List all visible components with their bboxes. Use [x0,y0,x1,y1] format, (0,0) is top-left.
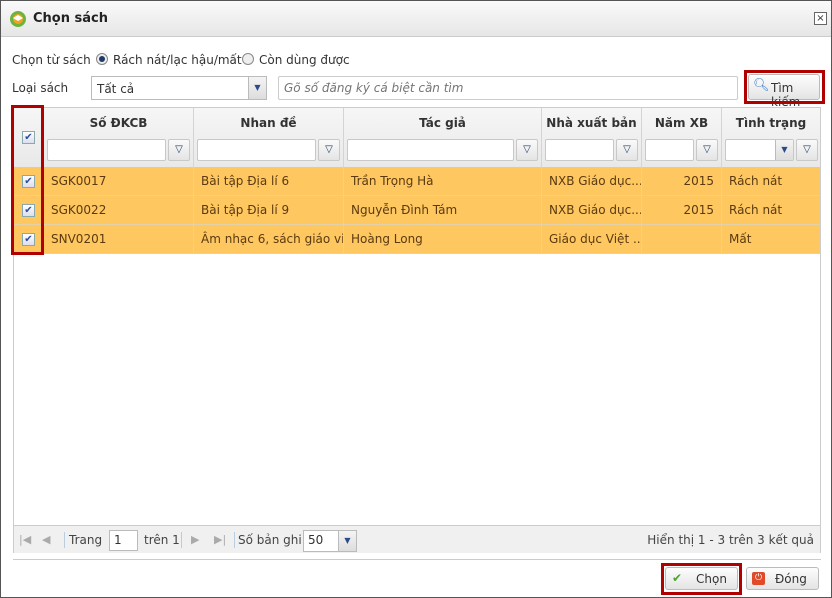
cell-publisher: NXB Giáo dục... [542,196,642,225]
cell-title: Bài tập Địa lí 9 [194,196,344,225]
radio-usable[interactable] [242,53,254,65]
filter-year-input[interactable] [645,139,694,161]
page-size-value: 50 [308,533,324,547]
column-title: Năm XB [654,116,709,130]
cell-author: Trần Trọng Hà [344,167,542,196]
type-label: Loại sách [12,81,69,95]
cell-author: Nguyễn Đình Tám [344,196,542,225]
pager-separator [181,532,182,548]
cell-status: Rách nát [729,203,783,217]
filter-icon[interactable]: ▽ [616,139,638,161]
next-page-icon[interactable]: ▶ [191,533,199,546]
first-page-icon[interactable]: |◀ [19,533,31,546]
cell-code: SGK0017 [44,167,194,196]
highlight-search [744,70,825,104]
pager: |◀ ◀ Trang 1 trên 1 ▶ ▶| Số bản ghi 50 ▼… [14,525,820,553]
header-code: Số ĐKCB ▽ [44,108,194,170]
close-button-label: Đóng [775,572,807,586]
results-summary: Hiển thị 1 - 3 trên 3 kết quả [647,533,814,547]
filter-status-select[interactable]: ▼ [725,139,794,161]
header-status: Tình trạng ▼ ▽ [722,108,820,170]
column-title: Tình trạng [735,116,807,130]
grid-header: ✔ Số ĐKCB ▽ Nhan đề ▽ Tác giả ▽ Nhà xuất… [14,108,820,170]
cell-year [642,225,722,254]
header-publisher: Nhà xuất bản ▽ [542,108,642,170]
chevron-down-icon[interactable]: ▼ [248,77,266,99]
cell-publisher: NXB Giáo dục... [542,167,642,196]
column-title: Nhan đề [240,116,297,130]
pager-separator [234,532,235,548]
table-row[interactable]: ✔ SGK0022 Bài tập Địa lí 9 Nguyễn Đình T… [14,196,820,225]
page-label: Trang [69,533,103,547]
pager-separator [64,532,65,548]
chevron-down-icon[interactable]: ▼ [775,140,793,160]
column-title: Tác giả [419,116,466,130]
chevron-down-icon[interactable]: ▼ [338,531,356,551]
filter-author-input[interactable] [347,139,514,161]
cell-publisher: Giáo dục Việt ... [542,225,642,254]
highlight-choose [661,563,742,595]
prev-page-icon[interactable]: ◀ [42,533,50,546]
filter-icon[interactable]: ▽ [318,139,340,161]
page-count: trên 1 [144,533,180,547]
power-icon: ⏻ [752,572,765,585]
source-label: Chọn từ sách [12,53,91,67]
app-logo-icon [10,11,26,27]
cell-title: Bài tập Địa lí 6 [194,167,344,196]
choose-book-dialog: Chọn sách × Chọn từ sách Rách nát/lạc hậ… [0,0,832,598]
cell-year: 2015 [642,167,722,196]
column-title: Số ĐKCB [89,116,148,130]
cell-status: Rách nát [729,174,783,188]
cell-code: SGK0022 [44,196,194,225]
book-type-value: Tất cả [97,82,135,96]
cell-year: 2015 [642,196,722,225]
filter-publisher-input[interactable] [545,139,614,161]
title-bar: Chọn sách × [1,1,831,37]
header-year: Năm XB ▽ [642,108,722,170]
radio-damaged-label: Rách nát/lạc hậu/mất [113,53,242,67]
last-page-icon[interactable]: ▶| [214,533,226,546]
filter-title-input[interactable] [197,139,316,161]
highlight-checkboxes [11,105,44,255]
close-icon[interactable]: × [814,12,827,25]
column-title: Nhà xuất bản [546,116,637,130]
filter-code-input[interactable] [47,139,166,161]
header-author: Tác giả ▽ [344,108,542,170]
filter-icon[interactable]: ▽ [168,139,190,161]
book-type-select[interactable]: Tất cả ▼ [91,76,267,100]
dialog-title: Chọn sách [33,11,108,26]
filter-icon[interactable]: ▽ [696,139,718,161]
cell-code: SNV0201 [44,225,194,254]
close-button[interactable]: ⏻ Đóng [746,567,819,590]
footer-divider [13,559,821,560]
filter-icon[interactable]: ▽ [516,139,538,161]
page-size-label: Số bản ghi [238,533,302,547]
cell-status: Mất [729,232,752,246]
filter-icon[interactable]: ▽ [796,139,818,161]
search-input[interactable] [278,76,738,100]
radio-usable-label: Còn dùng được [259,53,350,67]
cell-title: Âm nhạc 6, sách giáo vi... [194,225,344,254]
header-title: Nhan đề ▽ [194,108,344,170]
table-row[interactable]: ✔ SGK0017 Bài tập Địa lí 6 Trần Trọng Hà… [14,167,820,196]
table-row[interactable]: ✔ SNV0201 Âm nhạc 6, sách giáo vi... Hoà… [14,225,820,254]
page-input[interactable]: 1 [109,530,138,551]
book-grid: ✔ Số ĐKCB ▽ Nhan đề ▽ Tác giả ▽ Nhà xuất… [13,107,821,553]
page-size-select[interactable]: 50 ▼ [303,530,357,552]
cell-author: Hoàng Long [344,225,542,254]
radio-damaged[interactable] [96,53,108,65]
